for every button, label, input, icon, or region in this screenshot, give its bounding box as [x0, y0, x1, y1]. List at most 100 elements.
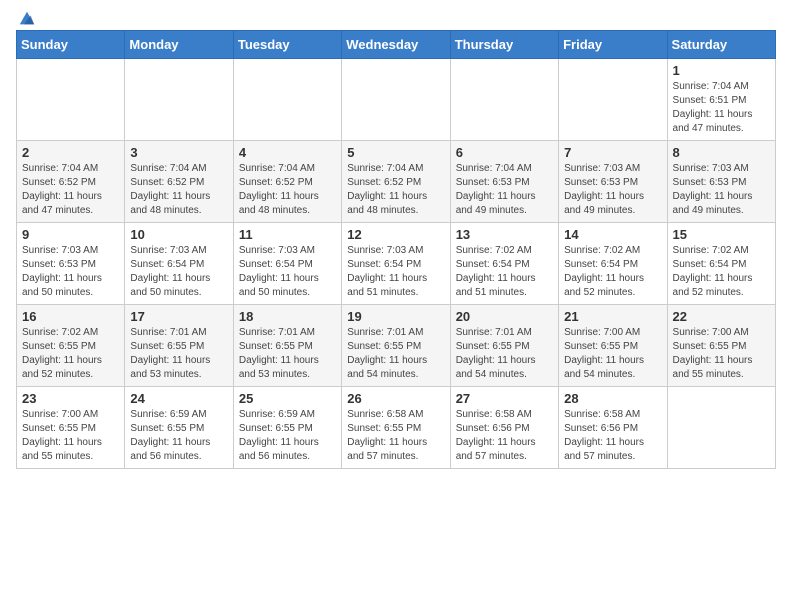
day-number: 19: [347, 309, 444, 324]
day-info: Sunrise: 7:01 AM Sunset: 6:55 PM Dayligh…: [456, 326, 553, 382]
weekday-header-sunday: Sunday: [17, 31, 125, 59]
day-number: 2: [22, 145, 119, 160]
day-number: 24: [130, 391, 227, 406]
day-number: 14: [564, 227, 661, 242]
day-number: 12: [347, 227, 444, 242]
calendar-cell: 2 Sunrise: 7:04 AM Sunset: 6:52 PM Daylig…: [17, 141, 125, 223]
calendar-cell: 15 Sunrise: 7:02 AM Sunset: 6:54 PM Dayli…: [667, 223, 775, 305]
day-number: 16: [22, 309, 119, 324]
day-info: Sunrise: 6:58 AM Sunset: 6:55 PM Dayligh…: [347, 408, 444, 464]
day-number: 18: [239, 309, 336, 324]
day-number: 17: [130, 309, 227, 324]
day-info: Sunrise: 7:02 AM Sunset: 6:55 PM Dayligh…: [22, 326, 119, 382]
calendar-cell: 5 Sunrise: 7:04 AM Sunset: 6:52 PM Daylig…: [342, 141, 450, 223]
day-number: 9: [22, 227, 119, 242]
calendar-cell: 22 Sunrise: 7:00 AM Sunset: 6:55 PM Dayli…: [667, 305, 775, 387]
day-info: Sunrise: 7:04 AM Sunset: 6:52 PM Dayligh…: [22, 162, 119, 218]
calendar-cell: 18 Sunrise: 7:01 AM Sunset: 6:55 PM Dayli…: [233, 305, 341, 387]
day-number: 8: [673, 145, 770, 160]
day-number: 22: [673, 309, 770, 324]
day-number: 6: [456, 145, 553, 160]
day-number: 11: [239, 227, 336, 242]
calendar-cell: 20 Sunrise: 7:01 AM Sunset: 6:55 PM Dayli…: [450, 305, 558, 387]
calendar-cell: 26 Sunrise: 6:58 AM Sunset: 6:55 PM Dayli…: [342, 387, 450, 469]
calendar-cell: 27 Sunrise: 6:58 AM Sunset: 6:56 PM Dayli…: [450, 387, 558, 469]
calendar-cell: [342, 59, 450, 141]
day-number: 26: [347, 391, 444, 406]
day-info: Sunrise: 7:04 AM Sunset: 6:53 PM Dayligh…: [456, 162, 553, 218]
calendar-cell: [667, 387, 775, 469]
day-info: Sunrise: 7:03 AM Sunset: 6:53 PM Dayligh…: [673, 162, 770, 218]
day-info: Sunrise: 7:03 AM Sunset: 6:54 PM Dayligh…: [347, 244, 444, 300]
calendar-cell: [17, 59, 125, 141]
calendar-week-row: 1 Sunrise: 7:04 AM Sunset: 6:51 PM Daylig…: [17, 59, 776, 141]
day-number: 7: [564, 145, 661, 160]
day-info: Sunrise: 7:04 AM Sunset: 6:51 PM Dayligh…: [673, 80, 770, 136]
day-info: Sunrise: 7:03 AM Sunset: 6:54 PM Dayligh…: [130, 244, 227, 300]
day-number: 15: [673, 227, 770, 242]
calendar-week-row: 23 Sunrise: 7:00 AM Sunset: 6:55 PM Dayli…: [17, 387, 776, 469]
calendar-cell: 7Sunrise: 7:03 AM Sunset: 6:53 PM Daylig…: [559, 141, 667, 223]
calendar-cell: 10 Sunrise: 7:03 AM Sunset: 6:54 PM Dayli…: [125, 223, 233, 305]
calendar-cell: 17 Sunrise: 7:01 AM Sunset: 6:55 PM Dayli…: [125, 305, 233, 387]
day-info: Sunrise: 7:04 AM Sunset: 6:52 PM Dayligh…: [347, 162, 444, 218]
day-info: Sunrise: 7:03 AM Sunset: 6:53 PM Dayligh…: [22, 244, 119, 300]
day-number: 3: [130, 145, 227, 160]
calendar-cell: 21 Sunrise: 7:00 AM Sunset: 6:55 PM Dayli…: [559, 305, 667, 387]
calendar-cell: [125, 59, 233, 141]
day-info: Sunrise: 6:58 AM Sunset: 6:56 PM Dayligh…: [564, 408, 661, 464]
calendar-cell: 3 Sunrise: 7:04 AM Sunset: 6:52 PM Daylig…: [125, 141, 233, 223]
day-number: 27: [456, 391, 553, 406]
day-number: 28: [564, 391, 661, 406]
day-number: 1: [673, 63, 770, 78]
day-number: 25: [239, 391, 336, 406]
weekday-header-monday: Monday: [125, 31, 233, 59]
day-info: Sunrise: 6:59 AM Sunset: 6:55 PM Dayligh…: [239, 408, 336, 464]
day-number: 21: [564, 309, 661, 324]
weekday-header-wednesday: Wednesday: [342, 31, 450, 59]
calendar-cell: 23 Sunrise: 7:00 AM Sunset: 6:55 PM Dayli…: [17, 387, 125, 469]
day-info: Sunrise: 7:02 AM Sunset: 6:54 PM Dayligh…: [456, 244, 553, 300]
day-info: Sunrise: 6:58 AM Sunset: 6:56 PM Dayligh…: [456, 408, 553, 464]
day-number: 23: [22, 391, 119, 406]
logo-icon: [18, 10, 36, 28]
weekday-header-thursday: Thursday: [450, 31, 558, 59]
day-info: Sunrise: 7:00 AM Sunset: 6:55 PM Dayligh…: [564, 326, 661, 382]
calendar-week-row: 2 Sunrise: 7:04 AM Sunset: 6:52 PM Daylig…: [17, 141, 776, 223]
weekday-header-saturday: Saturday: [667, 31, 775, 59]
calendar-cell: 16 Sunrise: 7:02 AM Sunset: 6:55 PM Dayli…: [17, 305, 125, 387]
calendar-cell: [559, 59, 667, 141]
day-number: 5: [347, 145, 444, 160]
calendar-cell: 14 Sunrise: 7:02 AM Sunset: 6:54 PM Dayli…: [559, 223, 667, 305]
calendar-cell: 6 Sunrise: 7:04 AM Sunset: 6:53 PM Daylig…: [450, 141, 558, 223]
day-number: 20: [456, 309, 553, 324]
day-info: Sunrise: 7:01 AM Sunset: 6:55 PM Dayligh…: [239, 326, 336, 382]
calendar-cell: 8 Sunrise: 7:03 AM Sunset: 6:53 PM Daylig…: [667, 141, 775, 223]
day-number: 13: [456, 227, 553, 242]
header: [16, 16, 776, 22]
calendar-cell: 19 Sunrise: 7:01 AM Sunset: 6:55 PM Dayli…: [342, 305, 450, 387]
calendar-cell: 25 Sunrise: 6:59 AM Sunset: 6:55 PM Dayli…: [233, 387, 341, 469]
weekday-header-friday: Friday: [559, 31, 667, 59]
calendar-week-row: 9 Sunrise: 7:03 AM Sunset: 6:53 PM Daylig…: [17, 223, 776, 305]
day-info: Sunrise: 7:03 AM Sunset: 6:54 PM Dayligh…: [239, 244, 336, 300]
day-info: Sunrise: 7:00 AM Sunset: 6:55 PM Dayligh…: [22, 408, 119, 464]
calendar-cell: 1 Sunrise: 7:04 AM Sunset: 6:51 PM Daylig…: [667, 59, 775, 141]
calendar-week-row: 16 Sunrise: 7:02 AM Sunset: 6:55 PM Dayli…: [17, 305, 776, 387]
calendar: SundayMondayTuesdayWednesdayThursdayFrid…: [16, 30, 776, 469]
day-info: Sunrise: 7:04 AM Sunset: 6:52 PM Dayligh…: [130, 162, 227, 218]
weekday-header-row: SundayMondayTuesdayWednesdayThursdayFrid…: [17, 31, 776, 59]
calendar-cell: 9 Sunrise: 7:03 AM Sunset: 6:53 PM Daylig…: [17, 223, 125, 305]
day-info: Sunrise: 7:04 AM Sunset: 6:52 PM Dayligh…: [239, 162, 336, 218]
day-info: Sunrise: 7:01 AM Sunset: 6:55 PM Dayligh…: [347, 326, 444, 382]
day-info: Sunrise: 7:02 AM Sunset: 6:54 PM Dayligh…: [564, 244, 661, 300]
day-info: Sunrise: 7:00 AM Sunset: 6:55 PM Dayligh…: [673, 326, 770, 382]
day-info: Sunrise: 7:02 AM Sunset: 6:54 PM Dayligh…: [673, 244, 770, 300]
calendar-cell: 12 Sunrise: 7:03 AM Sunset: 6:54 PM Dayli…: [342, 223, 450, 305]
weekday-header-tuesday: Tuesday: [233, 31, 341, 59]
calendar-cell: 28 Sunrise: 6:58 AM Sunset: 6:56 PM Dayli…: [559, 387, 667, 469]
day-info: Sunrise: 7:01 AM Sunset: 6:55 PM Dayligh…: [130, 326, 227, 382]
calendar-cell: 24Sunrise: 6:59 AM Sunset: 6:55 PM Dayli…: [125, 387, 233, 469]
calendar-cell: [450, 59, 558, 141]
day-number: 10: [130, 227, 227, 242]
